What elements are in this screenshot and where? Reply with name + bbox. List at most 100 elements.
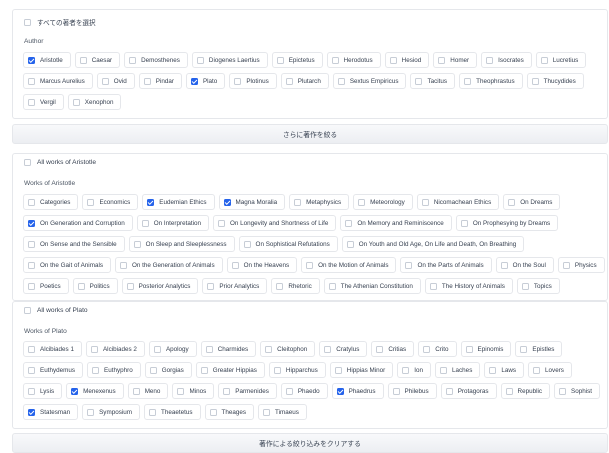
checkbox[interactable] bbox=[346, 240, 354, 248]
checkbox[interactable] bbox=[87, 198, 95, 206]
checkbox[interactable] bbox=[196, 56, 204, 64]
checkbox-chip-on-the-soul[interactable]: On the Soul bbox=[495, 257, 554, 273]
checkbox[interactable] bbox=[77, 282, 85, 290]
checkbox-chip-thucydides[interactable]: Thucydides bbox=[526, 73, 584, 89]
checkbox[interactable] bbox=[126, 282, 134, 290]
checkbox-chip-apology[interactable]: Apology bbox=[148, 341, 197, 357]
checkbox[interactable] bbox=[389, 56, 397, 64]
checkbox-chip-the-history-of-animals[interactable]: The History of Animals bbox=[424, 278, 513, 294]
checkbox-chip-categories[interactable]: Categories bbox=[23, 194, 79, 210]
checkbox-chip-phaedo[interactable]: Phaedo bbox=[280, 383, 328, 399]
checkbox[interactable] bbox=[392, 387, 400, 395]
checkbox[interactable] bbox=[28, 98, 35, 106]
checkbox-chip-protagoras[interactable]: Protagoras bbox=[440, 383, 497, 399]
checkbox-chip-epinomis[interactable]: Epinomis bbox=[460, 341, 512, 357]
checkbox-chip-ion[interactable]: Ion bbox=[397, 362, 432, 378]
checkbox-chip-epistles[interactable]: Epistles bbox=[515, 341, 563, 357]
checkbox-chip-eudemian-ethics[interactable]: Eudemian Ethics bbox=[142, 194, 215, 210]
checkbox[interactable] bbox=[505, 387, 513, 395]
checkbox-chip-rhetoric[interactable]: Rhetoric bbox=[271, 278, 320, 294]
checkbox-chip-demosthenes[interactable]: Demosthenes bbox=[124, 52, 188, 68]
checkbox-chip-statesman[interactable]: Statesman bbox=[23, 404, 79, 420]
checkbox[interactable] bbox=[423, 345, 431, 353]
checkbox-chip-the-athenian-constitution[interactable]: The Athenian Constitution bbox=[323, 278, 421, 294]
checkbox[interactable] bbox=[153, 345, 161, 353]
checkbox[interactable] bbox=[28, 366, 35, 374]
checkbox-checked[interactable] bbox=[28, 408, 35, 416]
checkbox[interactable] bbox=[120, 261, 127, 269]
checkbox-checked[interactable] bbox=[28, 219, 35, 227]
checkbox-chip-theaetetus[interactable]: Theaetetus bbox=[144, 404, 201, 420]
checkbox-chip-on-sophistical-refutations[interactable]: On Sophistical Refutations bbox=[238, 236, 338, 252]
checkbox[interactable] bbox=[345, 219, 353, 227]
checkbox-chip-alcibiades-1[interactable]: Alcibiades 1 bbox=[23, 341, 82, 357]
checkbox[interactable] bbox=[231, 261, 239, 269]
checkbox-chip-republic[interactable]: Republic bbox=[500, 383, 551, 399]
checkbox-chip-on-youth-and-old-age-on-life-and-death-on-breathing[interactable]: On Youth and Old Age, On Life and Death,… bbox=[341, 236, 525, 252]
checkbox-chip-theophrastus[interactable]: Theophrastus bbox=[459, 73, 523, 89]
checkbox[interactable] bbox=[149, 366, 157, 374]
checkbox[interactable] bbox=[28, 282, 35, 290]
checkbox-chip-greater-hippias[interactable]: Greater Hippias bbox=[195, 362, 265, 378]
checkbox[interactable] bbox=[465, 345, 473, 353]
checkbox-chip-lysis[interactable]: Lysis bbox=[23, 383, 63, 399]
checkbox-chip-aristotle[interactable]: Aristotle bbox=[23, 52, 71, 68]
checkbox[interactable] bbox=[328, 282, 336, 290]
checkbox-chip-physics[interactable]: Physics bbox=[557, 257, 605, 273]
checkbox[interactable] bbox=[141, 219, 149, 227]
checkbox-chip-caesar[interactable]: Caesar bbox=[74, 52, 121, 68]
checkbox-chip-on-the-motion-of-animals[interactable]: On the Motion of Animals bbox=[301, 257, 397, 273]
checkbox-chip-on-interpretation[interactable]: On Interpretation bbox=[136, 215, 209, 231]
checkbox-chip-plotinus[interactable]: Plotinus bbox=[229, 73, 277, 89]
checkbox[interactable] bbox=[460, 219, 468, 227]
checkbox-chip-symposium[interactable]: Symposium bbox=[82, 404, 141, 420]
checkbox-chip-pindar[interactable]: Pindar bbox=[138, 73, 182, 89]
checkbox-chip-menexenus[interactable]: Menexenus bbox=[66, 383, 124, 399]
checkbox-chip-nicomachean-ethics[interactable]: Nicomachean Ethics bbox=[416, 194, 500, 210]
checkbox[interactable] bbox=[205, 345, 213, 353]
checkbox-chip-philebus[interactable]: Philebus bbox=[387, 383, 437, 399]
checkbox[interactable] bbox=[376, 345, 384, 353]
checkbox[interactable] bbox=[540, 56, 548, 64]
checkbox[interactable] bbox=[217, 219, 225, 227]
checkbox[interactable] bbox=[337, 77, 345, 85]
checkbox-checked[interactable] bbox=[336, 387, 344, 395]
checkbox-chip-hesiod[interactable]: Hesiod bbox=[384, 52, 430, 68]
checkbox-chip-euthyphro[interactable]: Euthyphro bbox=[87, 362, 141, 378]
checkbox-chip-plato[interactable]: Plato bbox=[185, 73, 226, 89]
checkbox[interactable] bbox=[243, 240, 251, 248]
checkbox-chip-politics[interactable]: Politics bbox=[72, 278, 118, 294]
checkbox[interactable] bbox=[87, 408, 95, 416]
checkbox[interactable] bbox=[402, 366, 410, 374]
checkbox-chip-gorgias[interactable]: Gorgias bbox=[144, 362, 192, 378]
checkbox-chip-vergil[interactable]: Vergil bbox=[23, 94, 64, 110]
checkbox[interactable] bbox=[294, 198, 302, 206]
checkbox-chip-theages[interactable]: Theages bbox=[204, 404, 255, 420]
checkbox[interactable] bbox=[28, 240, 35, 248]
checkbox[interactable] bbox=[28, 261, 35, 269]
checkbox-chip-xenophon[interactable]: Xenophon bbox=[67, 94, 122, 110]
checkbox-checked[interactable] bbox=[28, 56, 35, 64]
checkbox[interactable] bbox=[72, 98, 80, 106]
checkbox-chip-isocrates[interactable]: Isocrates bbox=[481, 52, 532, 68]
checkbox-chip-on-memory-and-reminiscence[interactable]: On Memory and Reminiscence bbox=[340, 215, 452, 231]
checkbox[interactable] bbox=[324, 345, 332, 353]
checkbox-chip-marcus-aurelius[interactable]: Marcus Aurelius bbox=[23, 73, 93, 89]
checkbox[interactable] bbox=[440, 366, 448, 374]
checkbox[interactable] bbox=[486, 56, 494, 64]
checkbox[interactable] bbox=[489, 366, 497, 374]
checkbox[interactable] bbox=[149, 408, 157, 416]
checkbox[interactable] bbox=[265, 345, 273, 353]
checkbox-chip-on-generation-and-corruption[interactable]: On Generation and Corruption bbox=[23, 215, 133, 231]
checkbox[interactable] bbox=[520, 345, 528, 353]
checkbox-chip-plutarch[interactable]: Plutarch bbox=[280, 73, 329, 89]
checkbox[interactable] bbox=[415, 77, 423, 85]
checkbox[interactable] bbox=[445, 387, 453, 395]
checkbox[interactable] bbox=[306, 261, 314, 269]
checkbox[interactable] bbox=[28, 77, 35, 85]
checkbox[interactable] bbox=[508, 198, 516, 206]
checkbox-chip-on-prophesying-by-dreams[interactable]: On Prophesying by Dreams bbox=[455, 215, 559, 231]
checkbox-chip-parmenides[interactable]: Parmenides bbox=[218, 383, 277, 399]
checkbox[interactable] bbox=[207, 282, 215, 290]
checkbox-chip-on-the-heavens[interactable]: On the Heavens bbox=[226, 257, 298, 273]
